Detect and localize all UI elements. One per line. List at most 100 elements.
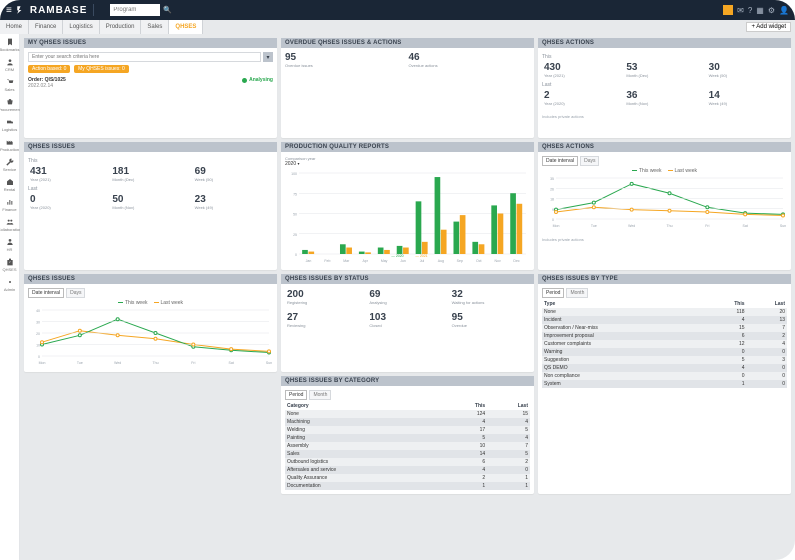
menu-icon[interactable]: ≡	[6, 5, 12, 16]
svg-text:0: 0	[552, 218, 554, 222]
kpi-sub: Week (50)	[709, 73, 785, 78]
svg-text:Fri: Fri	[191, 361, 195, 365]
label-last: Last	[542, 82, 787, 88]
my-issues-search-input[interactable]	[28, 52, 261, 62]
category-table: CategoryThisLast None12415Machining44Wel…	[285, 402, 530, 490]
card-overdue: OVERDUE QHSES ISSUES & ACTIONS 95Overdue…	[281, 38, 534, 138]
svg-text:Thu: Thu	[666, 224, 672, 228]
kpi-value: 53	[626, 63, 702, 73]
table-row[interactable]: Documentation11	[285, 482, 530, 490]
label-this: This	[542, 54, 787, 60]
nav-hr[interactable]: HR	[2, 238, 18, 252]
kpi-value: 431	[30, 167, 106, 177]
apps-icon[interactable]: ▦	[756, 6, 764, 15]
chip-my-issues[interactable]: My QHSES issues: 0	[74, 65, 129, 73]
help-icon[interactable]: ?	[748, 6, 752, 15]
tab-date-interval[interactable]: Date interval	[28, 288, 64, 298]
svg-text:10: 10	[36, 344, 40, 348]
nav-procurement[interactable]: Procurement	[2, 98, 18, 112]
nav-crm[interactable]: CRM	[2, 58, 18, 72]
table-row[interactable]: Improvement proposal62	[542, 332, 787, 340]
kpi-value: 14	[709, 91, 785, 101]
svg-text:Tue: Tue	[591, 224, 597, 228]
tab-days[interactable]: Days	[66, 288, 85, 298]
tab-home[interactable]: Home	[0, 20, 29, 34]
filter-icon[interactable]: ▾	[263, 52, 273, 62]
global-search-input[interactable]	[110, 4, 160, 16]
chip-action-based[interactable]: Action based: 0	[28, 65, 70, 73]
nav-finance[interactable]: Finance	[2, 198, 18, 212]
table-row[interactable]: Welding175	[285, 426, 530, 434]
nav-logistics[interactable]: Logistics	[2, 118, 18, 132]
nav-qhses[interactable]: QHSES	[2, 258, 18, 272]
svg-text:Mon: Mon	[553, 224, 560, 228]
kpi-value: 69	[369, 290, 445, 300]
tab-finance[interactable]: Finance	[29, 20, 63, 34]
table-row[interactable]: System10	[542, 380, 787, 388]
tab-month[interactable]: Month	[566, 288, 588, 298]
table-row[interactable]: Aftersales and service40	[285, 466, 530, 474]
table-row[interactable]: Outbound logistics62	[285, 458, 530, 466]
card-title: QHSES ISSUES	[24, 274, 277, 284]
tab-period[interactable]: Period	[542, 288, 564, 298]
nav-sales[interactable]: Sales	[2, 78, 18, 92]
card-title: MY QHSES ISSUES	[24, 38, 277, 48]
tab-days[interactable]: Days	[580, 156, 599, 166]
tab-logistics[interactable]: Logistics	[63, 20, 99, 34]
table-row[interactable]: Warning00	[542, 348, 787, 356]
table-row[interactable]: None12415	[285, 410, 530, 418]
kpi-sub: Year (2021)	[544, 73, 620, 78]
table-row[interactable]: Non compliance00	[542, 372, 787, 380]
tab-sales[interactable]: Sales	[141, 20, 169, 34]
svg-text:Fri: Fri	[705, 224, 709, 228]
table-row[interactable]: Machining44	[285, 418, 530, 426]
table-row[interactable]: Suggestion53	[542, 356, 787, 364]
tab-qhses[interactable]: QHSES	[169, 20, 203, 34]
table-row[interactable]: Painting54	[285, 434, 530, 442]
tab-date-interval[interactable]: Date interval	[542, 156, 578, 166]
card-title: OVERDUE QHSES ISSUES & ACTIONS	[281, 38, 534, 48]
tab-production[interactable]: Production	[100, 20, 142, 34]
tab-month[interactable]: Month	[309, 390, 331, 400]
svg-text:Sat: Sat	[743, 224, 748, 228]
kpi-value: 181	[112, 167, 188, 177]
svg-text:Mar: Mar	[343, 259, 350, 263]
logo-icon	[16, 5, 26, 15]
gear-icon[interactable]: ⚙	[768, 6, 775, 15]
svg-text:Oct: Oct	[476, 259, 481, 263]
svg-text:Tue: Tue	[77, 361, 83, 365]
nav-production[interactable]: Production	[2, 138, 18, 152]
kpi-value: 50	[112, 195, 188, 205]
table-row[interactable]: Customer complaints124	[542, 340, 787, 348]
kpi-sub: Month (Dec)	[112, 177, 188, 182]
svg-text:Jun: Jun	[400, 259, 406, 263]
kpi-sub: Overdue	[452, 323, 528, 328]
issue-row[interactable]: Order: QIS/1025 2022.02.14 Analysing	[28, 77, 273, 89]
table-row[interactable]: None11820	[542, 308, 787, 316]
pqr-year[interactable]: 2020	[285, 161, 296, 167]
kpi-value: 69	[195, 167, 271, 177]
table-row[interactable]: Quality Assurance21	[285, 474, 530, 482]
notification-icon[interactable]: ✉	[737, 6, 744, 15]
kpi-value: 2	[544, 91, 620, 101]
table-row[interactable]: Assembly107	[285, 442, 530, 450]
table-row[interactable]: Incident413	[542, 316, 787, 324]
card-pqr: PRODUCTION QUALITY REPORTS Comparison ye…	[281, 142, 534, 270]
tab-period[interactable]: Period	[285, 390, 307, 400]
nav-collaboration[interactable]: Collaboration	[2, 218, 18, 232]
user-icon[interactable]: 👤	[779, 6, 789, 15]
svg-text:Thu: Thu	[152, 361, 158, 365]
search-icon[interactable]: 🔍	[163, 6, 172, 14]
nav-admin[interactable]: Admin	[2, 278, 18, 292]
type-table: TypeThisLast None11820Incident413Observa…	[542, 300, 787, 388]
table-row[interactable]: Observation / Near-miss157	[542, 324, 787, 332]
table-row[interactable]: Sales145	[285, 450, 530, 458]
alert-badge[interactable]	[723, 5, 733, 15]
svg-text:Nov: Nov	[495, 259, 501, 263]
nav-bookmarks[interactable]: Bookmarks	[2, 38, 18, 52]
kpi-value: 103	[369, 313, 445, 323]
nav-service[interactable]: Service	[2, 158, 18, 172]
nav-rental[interactable]: Rental	[2, 178, 18, 192]
add-widget-button[interactable]: + Add widget	[746, 22, 791, 32]
table-row[interactable]: QS DEMO40	[542, 364, 787, 372]
